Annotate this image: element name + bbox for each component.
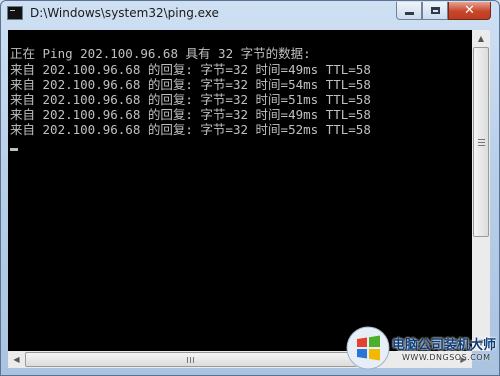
arrow-up-icon: ▲ [477,34,485,43]
minimize-icon [404,12,414,15]
watermark-name: 电脑公司装机大师 [392,338,497,353]
maximize-icon [430,7,440,14]
console-line: 来自 202.100.96.68 的回复: 字节=32 时间=54ms TTL=… [10,77,371,92]
title-bar[interactable]: D:\Windows\system32\ping.exe ✕ [1,1,500,27]
grip-line [190,357,191,363]
grip-line [193,357,194,363]
console-icon [7,6,23,20]
windows-logo-icon [346,326,390,370]
maximize-button[interactable] [422,2,448,20]
console-line: 来自 202.100.96.68 的回复: 字节=32 时间=49ms TTL=… [10,62,371,77]
console-line: 正在 Ping 202.100.96.68 具有 32 字节的数据: [10,46,311,61]
scroll-up-button[interactable]: ▲ [472,30,490,47]
vertical-scrollbar[interactable]: ▲ ▼ [472,30,490,351]
console-window: D:\Windows\system32\ping.exe ✕ 正在 Ping 2… [0,0,500,376]
horizontal-scroll-thumb[interactable] [25,352,357,367]
arrow-left-icon: ◀ [13,355,20,364]
grip-line [478,139,485,140]
minimize-button[interactable] [396,2,422,20]
scroll-left-button[interactable]: ◀ [8,351,25,368]
site-watermark: 电脑公司装机大师 WWW.DNGSOS.COM [344,322,500,376]
window-title: D:\Windows\system32\ping.exe [30,6,219,20]
console-line: 来自 202.100.96.68 的回复: 字节=32 时间=51ms TTL=… [10,92,371,107]
vertical-scroll-thumb[interactable] [473,47,489,237]
watermark-url: WWW.DNGSOS.COM [402,353,491,362]
close-icon: ✕ [464,3,475,18]
grip-line [478,142,485,143]
grip-line [187,357,188,363]
close-button[interactable]: ✕ [448,2,491,20]
grip-line [478,145,485,146]
console-output[interactable]: 正在 Ping 202.100.96.68 具有 32 字节的数据: 来自 20… [8,30,472,351]
text-cursor [10,148,18,151]
console-line: 来自 202.100.96.68 的回复: 字节=32 时间=49ms TTL=… [10,107,371,122]
console-line: 来自 202.100.96.68 的回复: 字节=32 时间=52ms TTL=… [10,122,371,137]
